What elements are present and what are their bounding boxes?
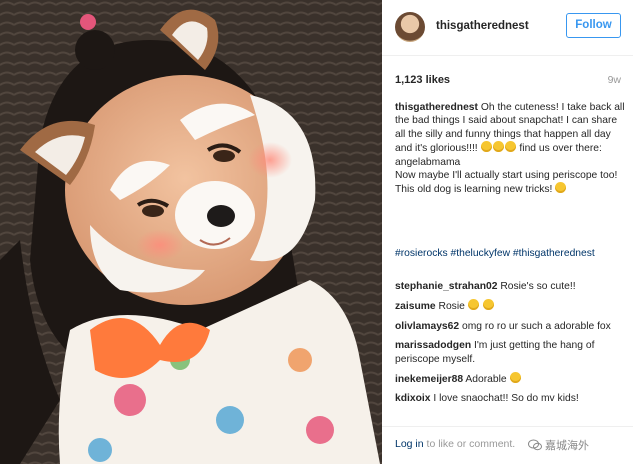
comment-text: Rosie xyxy=(438,301,465,313)
post-age[interactable]: 9w xyxy=(608,74,621,86)
post-author-username[interactable]: thisgatherednest xyxy=(436,20,529,32)
login-prompt: Log in to like or comment. xyxy=(395,438,515,450)
comment-text: Adorable xyxy=(465,374,507,386)
caption-text-3: Now maybe I'll actually start using peri… xyxy=(395,170,618,196)
caption-username[interactable]: thisgatherednest xyxy=(395,102,478,113)
comment-username[interactable]: inekemeijer88 xyxy=(395,374,463,385)
smiling-face-icon xyxy=(504,141,516,153)
comment-item: olivlamays62 omg ro ro ur such a adorabl… xyxy=(395,320,625,333)
comments-list: stephanie_strahan02 Rosie's so cute!! za… xyxy=(395,280,625,412)
post-caption: thisgatherednest Oh the cuteness! I take… xyxy=(395,101,625,197)
post-photo xyxy=(0,0,382,464)
comment-username[interactable]: olivlamays62 xyxy=(395,321,459,332)
smiling-face-icon xyxy=(509,372,521,384)
comment-text: Rosie's so cute!! xyxy=(500,281,576,292)
comment-username[interactable]: stephanie_strahan02 xyxy=(395,281,497,292)
avatar[interactable] xyxy=(395,12,425,42)
smiling-face-icon xyxy=(482,299,494,311)
post-footer: Log in to like or comment. 嘉城海外 xyxy=(382,426,633,464)
child-red-panda-filter-image xyxy=(0,0,382,464)
follow-button[interactable]: Follow xyxy=(566,13,621,38)
comment-item: zaisume Rosie xyxy=(395,299,625,313)
login-prompt-text: to like or comment. xyxy=(426,438,516,450)
comment-username[interactable]: kdixoix xyxy=(395,393,430,404)
wechat-icon xyxy=(528,439,542,451)
likes-count[interactable]: 1,123 likes xyxy=(395,74,450,86)
smiling-face-icon xyxy=(467,299,479,311)
post-header: thisgatherednest Follow xyxy=(382,0,633,56)
comment-username[interactable]: zaisume xyxy=(395,301,436,312)
watermark: 嘉城海外 xyxy=(528,437,589,453)
login-link[interactable]: Log in xyxy=(395,438,424,450)
smiling-face-icon xyxy=(480,141,492,153)
comment-text: omg ro ro ur such a adorable fox xyxy=(462,320,611,332)
post-details-panel: thisgatherednest Follow 1,123 likes 9w t… xyxy=(382,0,633,464)
comment-item: kdixoix I love snaochat!! So do mv kids! xyxy=(395,392,625,405)
watermark-text: 嘉城海外 xyxy=(545,440,589,452)
smiling-face-icon xyxy=(555,182,567,194)
post-hashtags[interactable]: #rosierocks #theluckyfew #thisgatheredne… xyxy=(395,247,620,260)
smiling-face-icon xyxy=(492,141,504,153)
comment-username[interactable]: marissadodgen xyxy=(395,340,471,351)
comment-item: stephanie_strahan02 Rosie's so cute!! xyxy=(395,280,625,293)
comment-text: I love snaochat!! So do mv kids! xyxy=(433,393,579,405)
comment-item: inekemeijer88 Adorable xyxy=(395,372,625,386)
comment-item: marissadodgen I'm just getting the hang … xyxy=(395,339,625,366)
